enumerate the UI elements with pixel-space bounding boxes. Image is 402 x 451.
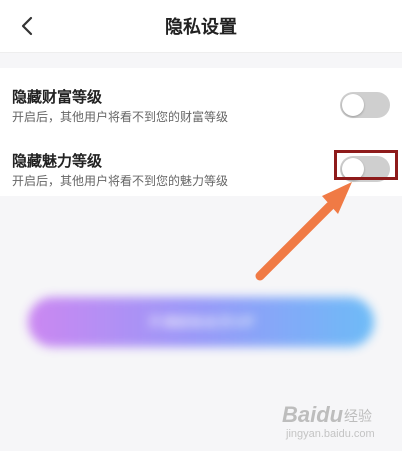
watermark: Baidu 经验 jingyan.baidu.com xyxy=(282,398,392,444)
pointer-arrow-icon xyxy=(255,182,352,281)
watermark-url: jingyan.baidu.com xyxy=(286,428,375,440)
watermark-cn: 经验 xyxy=(344,408,372,424)
watermark-brand: Baidu xyxy=(282,402,344,427)
